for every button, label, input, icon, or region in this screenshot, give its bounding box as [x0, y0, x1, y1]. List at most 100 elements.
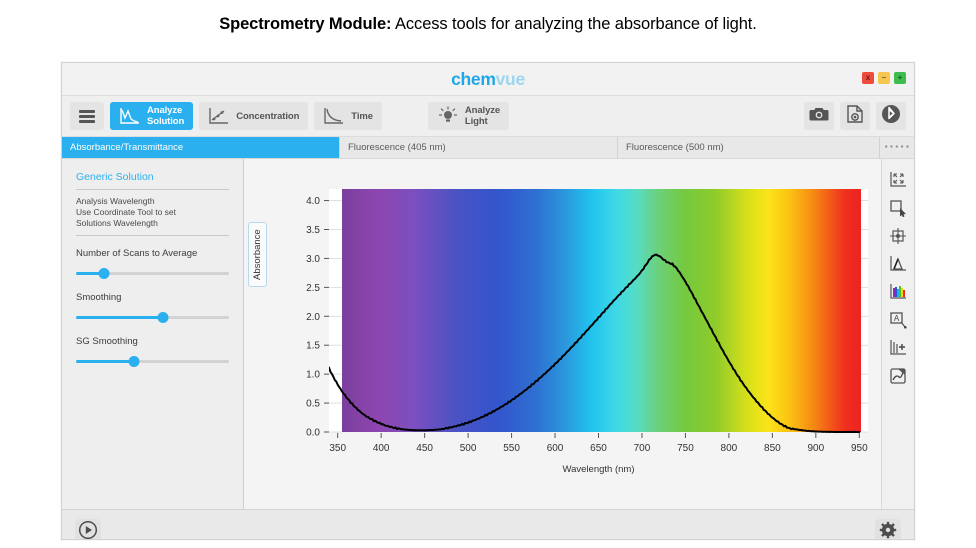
slider-sg-smoothing[interactable] — [76, 356, 230, 367]
slider-smoothing[interactable] — [76, 312, 230, 323]
brand-vue: vue — [495, 69, 526, 89]
svg-text:450: 450 — [416, 443, 433, 454]
tab-time[interactable]: Time — [314, 102, 382, 130]
svg-text:3.5: 3.5 — [306, 225, 320, 236]
window-controls: x – + — [862, 72, 906, 84]
svg-text:1.0: 1.0 — [306, 370, 320, 381]
svg-text:2.0: 2.0 — [306, 312, 320, 323]
tab-time-label: Time — [351, 110, 373, 122]
mode-tab-bar: Absorbance/Transmittance Fluorescence (4… — [62, 137, 914, 159]
slider-label-smoothing: Smoothing — [76, 292, 122, 303]
y-axis-label: Absorbance — [248, 222, 268, 287]
add-axis-icon[interactable] — [885, 335, 911, 361]
svg-text:650: 650 — [590, 443, 607, 454]
absorbance-chart[interactable]: 0.0 0.5 1.0 1.5 2.0 2.5 3.0 3.5 4.0 350 400 450 500 5… — [244, 159, 882, 509]
slider-scans-to-average[interactable] — [76, 268, 230, 279]
app-window: chemvue x – + Analyze Solution Concentra… — [61, 62, 915, 540]
svg-text:950: 950 — [851, 443, 868, 454]
spectrum-bars-icon[interactable] — [885, 279, 911, 305]
tab-fluorescence-405-label: Fluorescence (405 nm) — [348, 142, 446, 153]
svg-text:600: 600 — [547, 443, 564, 454]
status-bar — [62, 509, 914, 540]
zoom-extents-icon[interactable] — [885, 167, 911, 193]
slider-label-sg-smoothing: SG Smoothing — [76, 336, 138, 347]
maximize-icon[interactable]: + — [894, 72, 906, 84]
caption-rest: Access tools for analyzing the absorbanc… — [391, 14, 757, 33]
camera-icon — [809, 106, 829, 127]
tab-bar-grip[interactable]: ▪▪▪▪▪ — [880, 137, 914, 158]
tab-fluorescence-500[interactable]: Fluorescence (500 nm) — [618, 137, 880, 158]
brand-chem: chem — [451, 69, 496, 89]
svg-text:400: 400 — [373, 443, 390, 454]
camera-button[interactable] — [804, 102, 834, 130]
tab-analyze-solution[interactable]: Analyze Solution — [110, 102, 194, 130]
menu-button[interactable] — [70, 102, 104, 130]
figure-caption: Spectrometry Module: Access tools for an… — [0, 0, 976, 48]
app-brand: chemvue — [62, 69, 914, 90]
absorbance-curve-icon — [119, 95, 141, 137]
close-icon[interactable]: x — [862, 72, 874, 84]
document-camera-icon — [846, 104, 864, 128]
peak-analysis-icon[interactable] — [885, 251, 911, 277]
slider-fill — [76, 316, 164, 319]
caption-bold: Spectrometry Module: — [219, 14, 392, 33]
tab-analyze-light-label: Analyze Light — [464, 105, 501, 127]
spectrum-plot[interactable]: Absorbance 0.0 0.5 1.0 1.5 2.0 2.5 3.0 3.5 4.0 35… — [244, 159, 882, 509]
content-area: Generic Solution Analysis Wavelength Use… — [62, 159, 914, 509]
scatter-trend-icon — [208, 95, 230, 137]
svg-text:500: 500 — [460, 443, 477, 454]
svg-text:750: 750 — [677, 443, 694, 454]
svg-text:A: A — [894, 314, 900, 323]
decay-curve-icon — [323, 95, 345, 137]
tab-absorbance-transmittance[interactable]: Absorbance/Transmittance — [62, 137, 340, 158]
gear-icon — [879, 521, 897, 540]
svg-text:0.0: 0.0 — [306, 428, 320, 439]
annotation-icon[interactable]: A — [885, 307, 911, 333]
svg-text:0.5: 0.5 — [306, 399, 320, 410]
tab-fluorescence-500-label: Fluorescence (500 nm) — [626, 142, 724, 153]
svg-text:350: 350 — [330, 443, 347, 454]
slider-group-smoothing: Smoothing — [76, 292, 230, 323]
slider-label-scans: Number of Scans to Average — [76, 248, 198, 259]
grip-dots-icon: ▪▪▪▪▪ — [883, 143, 911, 152]
solution-title: Generic Solution — [76, 171, 230, 190]
svg-text:850: 850 — [764, 443, 781, 454]
coordinate-tool-icon[interactable] — [885, 223, 911, 249]
tab-absorbance-transmittance-label: Absorbance/Transmittance — [70, 142, 184, 153]
slider-knob[interactable] — [128, 356, 140, 367]
tab-concentration[interactable]: Concentration — [199, 102, 309, 130]
hamburger-icon — [79, 99, 95, 134]
svg-text:800: 800 — [721, 443, 738, 454]
analysis-wavelength-note: Analysis Wavelength Use Coordinate Tool … — [76, 196, 230, 236]
play-button[interactable] — [75, 519, 101, 540]
minimize-icon[interactable]: – — [878, 72, 890, 84]
settings-sidebar: Generic Solution Analysis Wavelength Use… — [62, 159, 245, 509]
bluetooth-icon — [881, 104, 901, 129]
tab-concentration-label: Concentration — [236, 110, 300, 122]
main-toolbar: Analyze Solution Concentration Time Anal… — [62, 96, 914, 137]
svg-text:700: 700 — [634, 443, 651, 454]
slider-group-sg-smoothing: SG Smoothing — [76, 336, 230, 367]
bluetooth-button[interactable] — [876, 102, 906, 130]
tab-analyze-light[interactable]: Analyze Light — [427, 102, 510, 130]
export-graph-icon[interactable] — [885, 363, 911, 389]
document-camera-button[interactable] — [840, 102, 870, 130]
play-icon — [78, 520, 98, 540]
svg-text:1.5: 1.5 — [306, 341, 320, 352]
svg-text:3.0: 3.0 — [306, 254, 320, 265]
slider-knob[interactable] — [98, 268, 110, 279]
svg-text:4.0: 4.0 — [306, 196, 320, 207]
settings-button[interactable] — [875, 519, 901, 540]
tab-analyze-solution-label: Analyze Solution — [147, 105, 185, 127]
svg-text:2.5: 2.5 — [306, 283, 320, 294]
svg-text:900: 900 — [808, 443, 825, 454]
svg-text:550: 550 — [503, 443, 520, 454]
svg-text:Wavelength (nm): Wavelength (nm) — [563, 464, 635, 475]
tool-rail: A — [881, 159, 914, 509]
tab-fluorescence-405[interactable]: Fluorescence (405 nm) — [340, 137, 618, 158]
slider-knob[interactable] — [157, 312, 169, 323]
slider-group-scans: Number of Scans to Average — [76, 248, 230, 279]
slider-fill — [76, 360, 135, 363]
lightbulb-icon — [437, 95, 459, 137]
select-region-icon[interactable] — [885, 195, 911, 221]
